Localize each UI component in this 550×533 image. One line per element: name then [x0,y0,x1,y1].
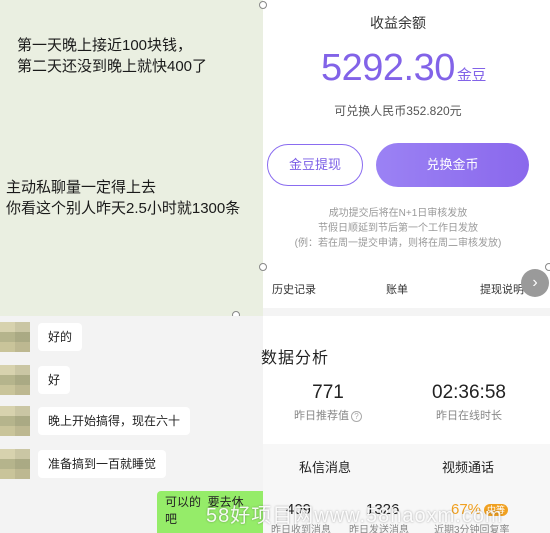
menu-item-bill[interactable]: 账单 [386,281,408,297]
withdraw-notice: 成功提交后将在N+1日审核发放 节假日顺延到节后第一个工作日发放 (例：若在周一… [294,208,502,249]
earnings-amount-value: 5292.30 [321,47,455,89]
online-value: 02:36:58 [432,382,506,403]
chat-message: 准备搞到一百就睡觉 [38,450,167,478]
section-divider [263,308,550,316]
avatar [0,365,30,395]
tab-video-call[interactable]: 视频通话 [442,457,494,476]
withdraw-button[interactable]: 金豆提现 [267,144,363,186]
watermark: 58好项目网www.58haoxm.com [206,505,503,527]
section-title: 数据分析 [261,350,330,367]
info-icon[interactable]: ? [351,410,362,422]
earnings-card: 收益余额 5292.30 金豆 可兑换人民币352.820元 金豆提现 兑换金币 … [263,0,550,268]
tab-messages[interactable]: 私信消息 [299,457,351,476]
selection-handle-icon [259,263,267,271]
menu-row: 历史记录 账单 提现说明 › [263,268,550,308]
rmb-equivalent: 可兑换人民币352.820元 [334,104,462,118]
chat-message: 好的 [38,323,83,351]
avatar [0,449,30,479]
chat-message: 晚上开始搞得，现在六十 [38,407,191,435]
note-text-earnings: 第一天晚上接近100块钱， 第二天还没到晚上就快400了 [17,37,208,75]
earnings-amount: 5292.30 金豆 [321,47,486,90]
earnings-unit: 金豆 [456,67,487,84]
selection-handle-icon [259,1,267,9]
menu-item-withdraw-info[interactable]: 提现说明 [480,281,524,297]
recommend-value: 771 [312,382,344,403]
chevron-right-icon[interactable]: › [521,269,549,297]
online-label: 昨日在线时长 [436,410,502,422]
chat-message: 好 [38,366,71,394]
menu-item-history[interactable]: 历史记录 [272,281,316,297]
note-text-tip: 主动私聊量一定得上去 你看这个别人昨天2.5小时就1300条 [6,179,241,217]
avatar [0,406,30,436]
recommend-label: 昨日推荐值? [263,407,393,423]
note-panel: 第一天晚上接近100块钱， 第二天还没到晚上就快400了 主动私聊量一定得上去 … [0,0,263,316]
avatar [0,322,30,352]
earnings-title: 收益余额 [370,15,426,31]
exchange-button[interactable]: 兑换金币 [376,143,529,187]
recommend-label-text: 昨日推荐值 [294,410,349,422]
selection-handle-icon [545,263,550,271]
